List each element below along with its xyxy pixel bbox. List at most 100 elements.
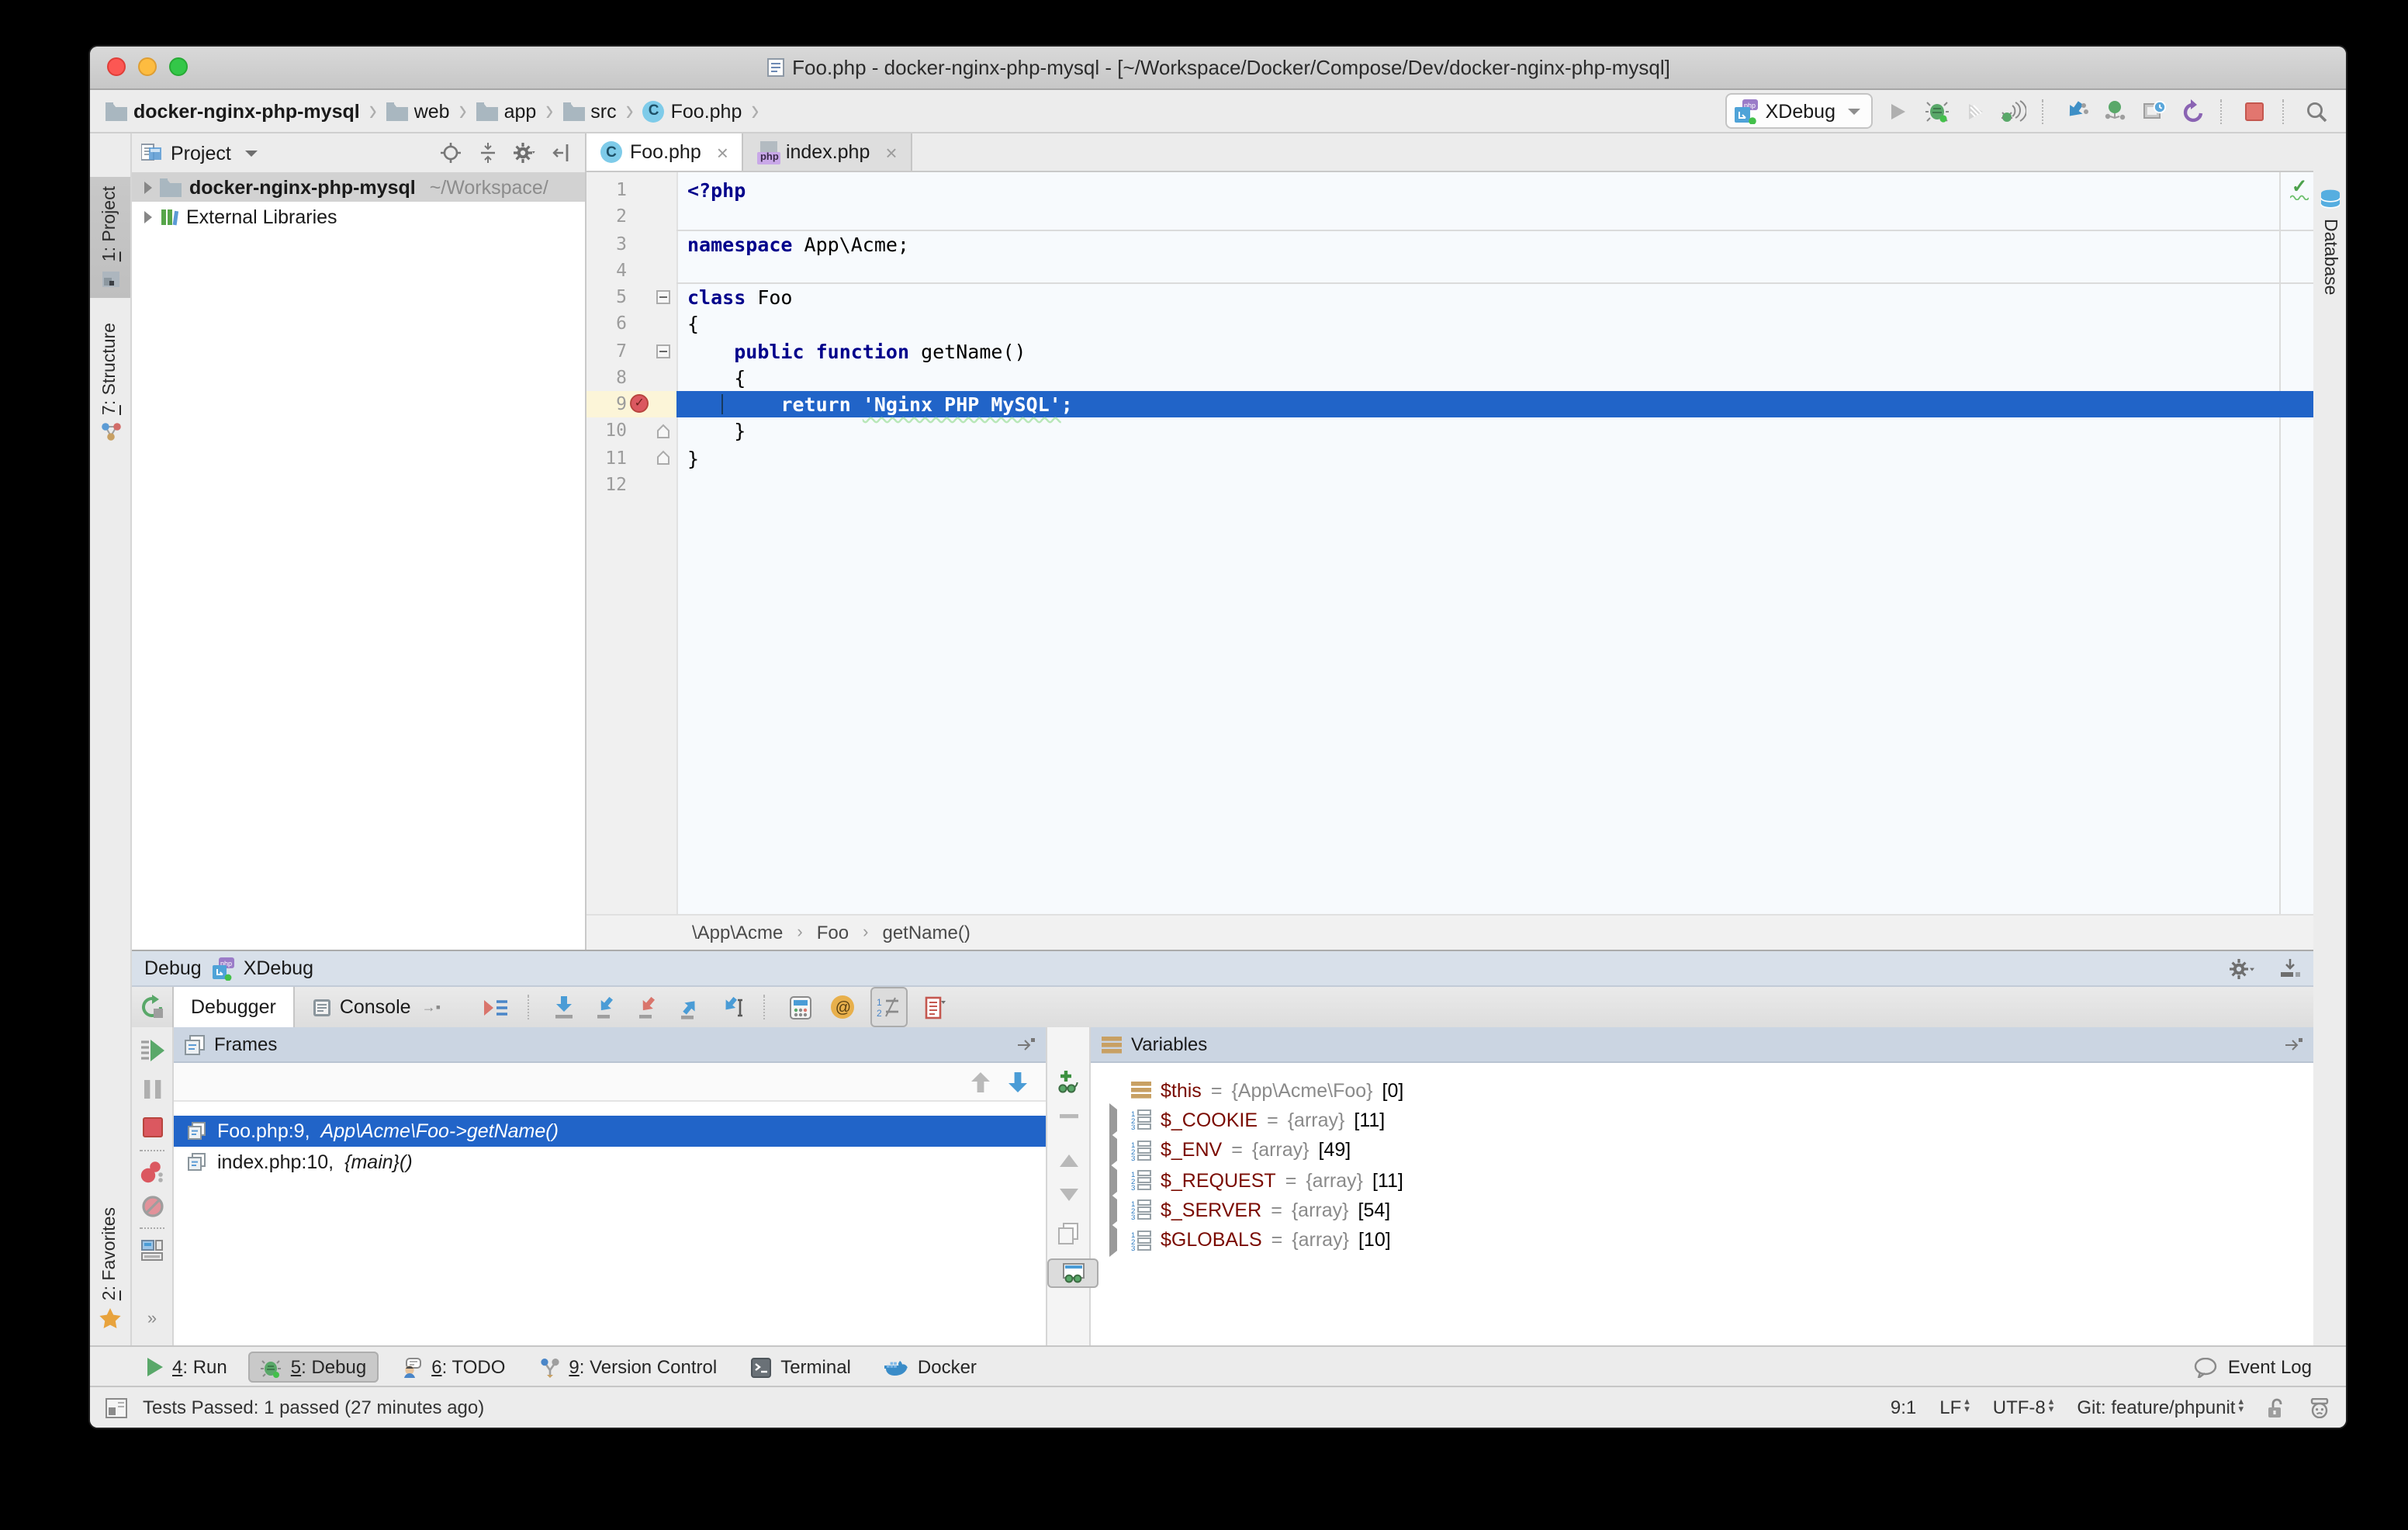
variable-row[interactable]: 123$_ENV = {array} [49]	[1091, 1135, 2313, 1165]
chevron-right-icon[interactable]	[1109, 1229, 1122, 1251]
copy-value-button[interactable]	[1047, 1223, 1089, 1244]
code-text[interactable]: }	[676, 445, 2313, 472]
search-everywhere-button[interactable]	[2302, 95, 2330, 126]
breakpoint-slot[interactable]	[627, 445, 652, 471]
step-over-button[interactable]	[551, 992, 579, 1023]
breakpoint-slot[interactable]	[627, 311, 652, 338]
chevron-right-icon[interactable]	[1109, 1169, 1122, 1191]
variable-row[interactable]: $this = {App\Acme\Foo} [0]	[1091, 1075, 2313, 1106]
gear-icon[interactable]	[2230, 958, 2254, 978]
debug-session-tab[interactable]: XDebug	[244, 957, 313, 979]
breadcrumb-item[interactable]: src	[562, 100, 616, 122]
breakpoint-slot[interactable]	[627, 338, 652, 364]
variable-row[interactable]: 123$_REQUEST = {array} [11]	[1091, 1165, 2313, 1196]
project-tree-row[interactable]: docker-nginx-php-mysql ~/Workspace/	[132, 172, 585, 202]
resume-button[interactable]	[132, 1040, 172, 1061]
code-line[interactable]: 12	[586, 472, 2313, 499]
event-log-button[interactable]: Event Log	[2194, 1356, 2312, 1378]
evaluate-expression-button[interactable]	[787, 992, 815, 1023]
code-line[interactable]: 8 {	[586, 365, 2313, 392]
variables-list[interactable]: $this = {App\Acme\Foo} [0]123$_COOKIE = …	[1091, 1063, 2313, 1347]
remove-watch-button[interactable]	[1047, 1114, 1089, 1119]
close-tab-icon[interactable]: ×	[885, 140, 897, 164]
toolwindow-tab-todo[interactable]: 6: TODO	[388, 1352, 517, 1383]
tab-console[interactable]: Console →▪	[295, 987, 458, 1027]
tool-window-access-icon[interactable]	[106, 1397, 127, 1418]
view-breakpoints-file-button[interactable]	[922, 992, 950, 1023]
caret-position[interactable]: 9:1	[1891, 1397, 1916, 1418]
pause-button[interactable]	[132, 1080, 172, 1099]
code-line[interactable]: 9✓ return 'Nginx PHP MySQL';	[586, 391, 2313, 418]
code-text[interactable]	[676, 472, 2313, 499]
breakpoint-slot[interactable]	[627, 258, 652, 284]
frame-row[interactable]: index.php:10,{main}()	[174, 1147, 1046, 1178]
show-variables-toggle[interactable]: 12	[870, 987, 908, 1027]
breadcrumb-item[interactable]: CFoo.php	[643, 100, 742, 122]
show-watches-in-variables-toggle[interactable]	[1047, 1258, 1098, 1288]
code-line[interactable]: 7 public function getName()	[586, 338, 2313, 365]
stop-button[interactable]	[132, 1117, 172, 1137]
show-execution-point-button[interactable]	[483, 992, 510, 1023]
hide-panel-button[interactable]	[548, 143, 576, 163]
editor-breadcrumb-item[interactable]: \App\Acme	[692, 922, 783, 943]
fold-collapse-icon[interactable]	[656, 290, 669, 304]
revert-button[interactable]	[2178, 95, 2206, 126]
chevron-right-icon[interactable]	[1109, 1109, 1122, 1131]
frames-list[interactable]: Foo.php:9,App\Acme\Foo->getName()index.p…	[174, 1102, 1046, 1347]
toolwindow-tab-terminal[interactable]: Terminal	[739, 1352, 863, 1383]
hide-tool-window-button[interactable]	[2279, 958, 2301, 978]
fold-slot[interactable]	[652, 344, 673, 358]
minimize-window-button[interactable]	[138, 57, 157, 76]
status-message[interactable]: Tests Passed: 1 passed (27 minutes ago)	[143, 1397, 484, 1418]
encoding-select[interactable]: UTF-8▴▾	[1993, 1397, 2054, 1418]
recent-changes-button[interactable]	[2140, 95, 2168, 126]
gutter-cell[interactable]: 10	[586, 418, 676, 445]
title-bar[interactable]: Foo.php - docker-nginx-php-mysql - [~/Wo…	[90, 47, 2346, 90]
editor-breadcrumb-item[interactable]: getName()	[882, 922, 970, 943]
breakpoint-slot[interactable]	[627, 284, 652, 310]
tab-debugger[interactable]: Debugger	[172, 987, 295, 1027]
code-lines[interactable]: 1<?php23namespace App\Acme;45class Foo6{…	[586, 177, 2313, 498]
code-line[interactable]: 1<?php	[586, 177, 2313, 204]
step-into-button[interactable]	[593, 992, 621, 1023]
code-text[interactable]: class Foo	[676, 284, 2313, 311]
breakpoint-slot[interactable]: ✓	[627, 391, 652, 417]
gutter-cell[interactable]: 3	[586, 230, 676, 258]
editor-breadcrumb-item[interactable]: Foo	[817, 922, 849, 943]
code-text[interactable]: }	[676, 418, 2313, 445]
gutter-cell[interactable]: 4	[586, 258, 676, 285]
more-actions-button[interactable]: »	[132, 1310, 172, 1328]
fold-collapse-icon[interactable]	[656, 344, 669, 358]
debug-button[interactable]	[1922, 95, 1950, 126]
toolwindow-tab-run[interactable]: 4: Run	[133, 1352, 240, 1383]
view-breakpoints-button[interactable]	[132, 1161, 172, 1184]
gear-icon[interactable]	[510, 143, 538, 163]
gutter-cell[interactable]: 11	[586, 445, 676, 472]
variable-row[interactable]: 123$_COOKIE = {array} [11]	[1091, 1106, 2313, 1136]
rerun-button[interactable]	[132, 995, 172, 1019]
fold-end-icon[interactable]	[656, 424, 669, 439]
code-text[interactable]: public function getName()	[676, 338, 2313, 365]
code-area[interactable]: 1<?php23namespace App\Acme;45class Foo6{…	[586, 172, 2313, 916]
collapse-all-button[interactable]	[473, 143, 501, 163]
start-listening-debug-button[interactable]	[2000, 95, 2028, 126]
run-with-coverage-button[interactable]	[1961, 95, 1989, 126]
gutter-cell[interactable]: 1	[586, 177, 676, 204]
sidebar-tab-favorites[interactable]: 2: Favorites	[90, 1198, 130, 1338]
sidebar-tab-structure[interactable]: 7: Structure	[90, 313, 130, 451]
chevron-right-icon[interactable]	[144, 210, 152, 223]
code-line[interactable]: 3namespace App\Acme;	[586, 230, 2313, 258]
restore-layout-button[interactable]	[132, 1240, 172, 1262]
move-watch-down-button[interactable]	[1047, 1189, 1089, 1201]
commit-changes-button[interactable]	[2101, 95, 2129, 126]
toolwindow-tab-debug[interactable]: 5: Debug	[249, 1352, 379, 1383]
editor-tab-index-php[interactable]: php index.php ×	[744, 133, 913, 171]
toolwindow-tab-version-control[interactable]: 9: Version Control	[527, 1352, 729, 1383]
frame-up-button[interactable]	[971, 1071, 990, 1092]
breakpoint-slot[interactable]	[627, 418, 652, 445]
maximize-window-button[interactable]	[169, 57, 188, 76]
gutter-cell[interactable]: 8	[586, 365, 676, 392]
project-panel-title[interactable]: Project	[171, 142, 231, 164]
force-step-into-button[interactable]	[635, 992, 663, 1023]
chevron-right-icon[interactable]	[1109, 1199, 1122, 1221]
